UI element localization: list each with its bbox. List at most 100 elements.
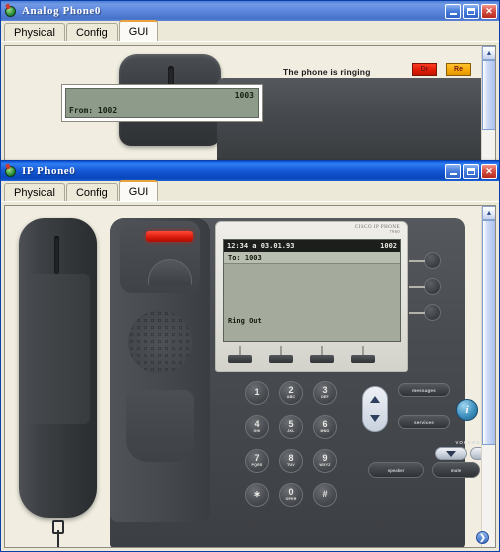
key-6[interactable]: 6 MNO bbox=[313, 415, 337, 439]
key-digit: 6 bbox=[322, 419, 328, 430]
scrollbar-thumb[interactable] bbox=[482, 220, 495, 445]
ip-handset[interactable] bbox=[19, 218, 97, 547]
key-digit: 8 bbox=[288, 453, 294, 464]
cisco-brand-label: CISCO IP PHONE 7960 bbox=[355, 225, 400, 235]
scrollbar-thumb[interactable] bbox=[482, 60, 495, 130]
ip-window-title: IP Phone0 bbox=[22, 165, 76, 177]
next-arrow-icon[interactable]: ❯ bbox=[476, 531, 489, 544]
tab-physical[interactable]: Physical bbox=[4, 23, 65, 41]
info-button[interactable]: i bbox=[456, 399, 478, 421]
softkey-2[interactable] bbox=[269, 346, 293, 363]
line-button-1[interactable] bbox=[409, 252, 441, 269]
analog-status-text: The phone is ringing bbox=[283, 67, 371, 77]
lcd-call-line: To: 1003 bbox=[224, 252, 400, 264]
cradle-footpad bbox=[126, 390, 194, 462]
mute-button[interactable]: mute bbox=[432, 462, 480, 478]
key-8[interactable]: 8 TUV bbox=[279, 449, 303, 473]
key-letters: DEF bbox=[321, 395, 329, 400]
analog-gui-panel: The phone is ringing Dr Re 1003 From: 10… bbox=[4, 45, 496, 170]
analog-window-titlebar[interactable]: Analog Phone0 ✕ bbox=[1, 1, 499, 21]
key-digit: 4 bbox=[254, 419, 260, 430]
minimize-button[interactable] bbox=[445, 3, 461, 19]
ip-vertical-scrollbar[interactable]: ▲ bbox=[481, 206, 495, 547]
speaker-grille-icon bbox=[128, 310, 192, 374]
messages-button[interactable]: messages bbox=[398, 383, 450, 397]
key-pound[interactable]: # bbox=[313, 483, 337, 507]
speaker-button[interactable]: speaker bbox=[368, 462, 424, 478]
tab-config[interactable]: Config bbox=[65, 23, 118, 41]
drop-button[interactable]: Dr bbox=[412, 63, 437, 76]
tab-physical[interactable]: Physical bbox=[4, 183, 65, 201]
ip-lcd-screen: 12:34 a 03.01.93 1002 To: 1003 Ring Out bbox=[223, 239, 401, 342]
hook-well bbox=[120, 221, 200, 293]
packet-tracer-globe-icon bbox=[4, 163, 18, 178]
ip-gui-panel: CISCO IP PHONE 7960 12:34 a 03.01.93 100… bbox=[4, 205, 496, 548]
audio-button-row: speaker mute headset bbox=[368, 462, 495, 484]
ip-window-titlebar[interactable]: IP Phone0 ✕ bbox=[1, 161, 499, 181]
tabstrip-filler bbox=[159, 200, 499, 201]
maximize-button[interactable] bbox=[463, 3, 479, 19]
key-digit: # bbox=[322, 489, 328, 499]
tab-config[interactable]: Config bbox=[65, 183, 118, 201]
key-1[interactable]: 1 bbox=[245, 381, 269, 405]
analog-lcd-screen: 1003 From: 1002 bbox=[65, 88, 259, 118]
hook-switch[interactable] bbox=[148, 259, 192, 285]
packet-tracer-globe-icon bbox=[4, 3, 18, 18]
ip-client-area: CISCO IP PHONE 7960 12:34 a 03.01.93 100… bbox=[1, 202, 499, 551]
tab-gui[interactable]: GUI bbox=[118, 180, 159, 201]
tabstrip-filler bbox=[159, 40, 499, 41]
key-letters: OPER bbox=[285, 497, 297, 502]
key-3[interactable]: 3 DEF bbox=[313, 381, 337, 405]
line-button-3[interactable] bbox=[409, 304, 441, 321]
key-digit: 3 bbox=[322, 385, 328, 396]
maximize-button[interactable] bbox=[463, 163, 479, 179]
lcd-header-bar: 12:34 a 03.01.93 1002 bbox=[224, 240, 400, 252]
key-0[interactable]: 0 OPER bbox=[279, 483, 303, 507]
key-4[interactable]: 4 GHI bbox=[245, 415, 269, 439]
key-letters: MNO bbox=[320, 429, 330, 434]
key-5[interactable]: 5 JKL bbox=[279, 415, 303, 439]
message-waiting-light-icon bbox=[146, 231, 193, 242]
ip-window-controls: ✕ bbox=[445, 163, 497, 179]
ip-phone-window: IP Phone0 ✕ Physical Config GUI CISCO IP… bbox=[0, 160, 500, 552]
key-digit: 2 bbox=[288, 385, 294, 396]
analog-tabstrip: Physical Config GUI bbox=[1, 20, 499, 42]
lcd-time: 12:34 a 03.01.93 bbox=[227, 242, 295, 250]
lcd-call-status: Ring Out bbox=[228, 317, 262, 325]
dial-keypad: 1 2 ABC 3 DEF 4 GHI 5 JKL 6 MNO 7 PQRS 8 TUV 9W… bbox=[245, 381, 355, 516]
analog-lcd-bezel: 1003 From: 1002 bbox=[61, 84, 263, 122]
softkey-4[interactable] bbox=[351, 346, 375, 363]
ip-phone-graphic: CISCO IP PHONE 7960 12:34 a 03.01.93 100… bbox=[5, 206, 495, 547]
close-icon[interactable]: ✕ bbox=[481, 163, 497, 179]
nav-down-icon[interactable] bbox=[370, 415, 380, 422]
redial-button[interactable]: Re bbox=[446, 63, 471, 76]
softkey-row bbox=[222, 346, 402, 368]
analog-client-area: The phone is ringing Dr Re 1003 From: 10… bbox=[1, 42, 499, 173]
analog-lcd-from: From: 1002 bbox=[69, 106, 118, 115]
analog-vertical-scrollbar[interactable]: ▲ bbox=[481, 46, 495, 169]
key-9[interactable]: 9 WXYZ bbox=[313, 449, 337, 473]
analog-window-controls: ✕ bbox=[445, 3, 497, 19]
minimize-button[interactable] bbox=[445, 163, 461, 179]
ip-lcd-plate: CISCO IP PHONE 7960 12:34 a 03.01.93 100… bbox=[215, 221, 408, 372]
key-letters: WXYZ bbox=[319, 463, 331, 468]
key-digit: 7 bbox=[254, 453, 260, 464]
services-button[interactable]: services bbox=[398, 415, 450, 429]
nav-up-icon[interactable] bbox=[370, 396, 380, 403]
scroll-up-icon[interactable]: ▲ bbox=[482, 206, 495, 220]
key-letters: JKL bbox=[287, 429, 295, 434]
volume-down-button[interactable] bbox=[434, 447, 467, 460]
key-2[interactable]: 2 ABC bbox=[279, 381, 303, 405]
analog-lcd-number: 1003 bbox=[234, 91, 254, 100]
close-icon[interactable]: ✕ bbox=[481, 3, 497, 19]
softkey-3[interactable] bbox=[310, 346, 334, 363]
key-7[interactable]: 7 PQRS bbox=[245, 449, 269, 473]
softkey-1[interactable] bbox=[228, 346, 252, 363]
analog-phone-window: Analog Phone0 ✕ Physical Config GUI The … bbox=[0, 0, 500, 174]
line-button-2[interactable] bbox=[409, 278, 441, 295]
ip-handset-cradle bbox=[110, 218, 210, 522]
tab-gui[interactable]: GUI bbox=[118, 20, 159, 41]
key-star[interactable]: ∗ bbox=[245, 483, 269, 507]
navigation-rocker[interactable] bbox=[362, 386, 388, 432]
scroll-up-icon[interactable]: ▲ bbox=[482, 46, 495, 60]
